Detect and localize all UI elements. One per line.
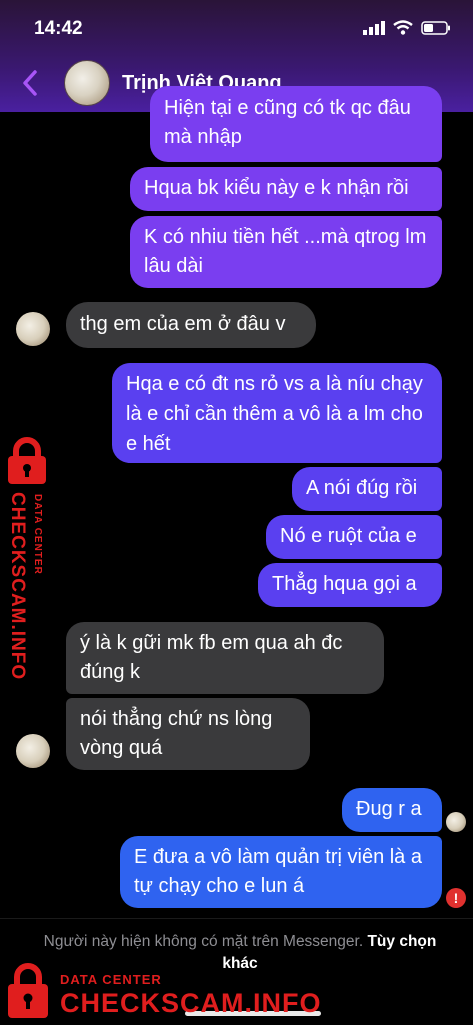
message-outgoing[interactable]: E đưa a vô làm quản trị viên là a tự chạ… <box>120 836 442 908</box>
lock-icon <box>8 437 46 484</box>
message-outgoing[interactable]: Thẳg hqua gọi a <box>258 563 442 607</box>
contact-avatar[interactable] <box>64 60 110 106</box>
watermark-side-label: DATA CENTER <box>32 494 43 575</box>
wifi-icon <box>393 20 413 35</box>
watermark-side: CHECKSCAM.INFO DATA CENTER <box>2 436 54 680</box>
message-outgoing[interactable]: Nó e ruột của e <box>266 515 442 559</box>
status-time: 14:42 <box>34 18 83 39</box>
message-incoming[interactable]: nói thẳng chứ ns lòng vòng quá <box>66 698 310 770</box>
read-receipt-avatar <box>446 812 466 832</box>
message-outgoing[interactable]: Hqua bk kiểu này e k nhận rồi <box>130 167 442 211</box>
contact-avatar-small[interactable] <box>16 312 50 346</box>
back-chevron-icon[interactable] <box>16 68 46 98</box>
status-icons <box>363 20 451 35</box>
status-bar: 14:42 <box>0 0 473 56</box>
message-incoming[interactable]: ý là k gữi mk fb em qua ah đc đúng k <box>66 622 384 694</box>
message-incoming[interactable]: thg em của em ở đâu v <box>66 302 316 348</box>
watermark-side-brand: CHECKSCAM.INFO <box>7 492 28 681</box>
error-icon[interactable]: ! <box>446 888 466 908</box>
offline-notice-text: Người này hiện không có mặt trên Messeng… <box>43 933 364 950</box>
watermark-bottom: DATA CENTER CHECKSCAM.INFO <box>0 958 473 1024</box>
message-outgoing[interactable]: Hiện tại e cũng có tk qc đâu mà nhập <box>150 86 442 162</box>
watermark-brand: CHECKSCAM.INFO <box>60 988 322 1018</box>
battery-icon <box>421 20 450 35</box>
message-outgoing[interactable]: K có nhiu tiền hết ...mà qtrog lm lâu dà… <box>130 216 442 288</box>
message-outgoing[interactable]: A nói đúg rồi <box>292 467 442 511</box>
message-outgoing[interactable]: Đug r a <box>342 788 442 832</box>
contact-avatar-small[interactable] <box>16 734 50 768</box>
signal-icon <box>363 20 385 35</box>
lock-icon <box>8 963 48 1018</box>
watermark-label: DATA CENTER <box>60 972 162 987</box>
message-outgoing[interactable]: Hqa e có đt ns rỏ vs a là níu chạy là e … <box>112 363 442 463</box>
